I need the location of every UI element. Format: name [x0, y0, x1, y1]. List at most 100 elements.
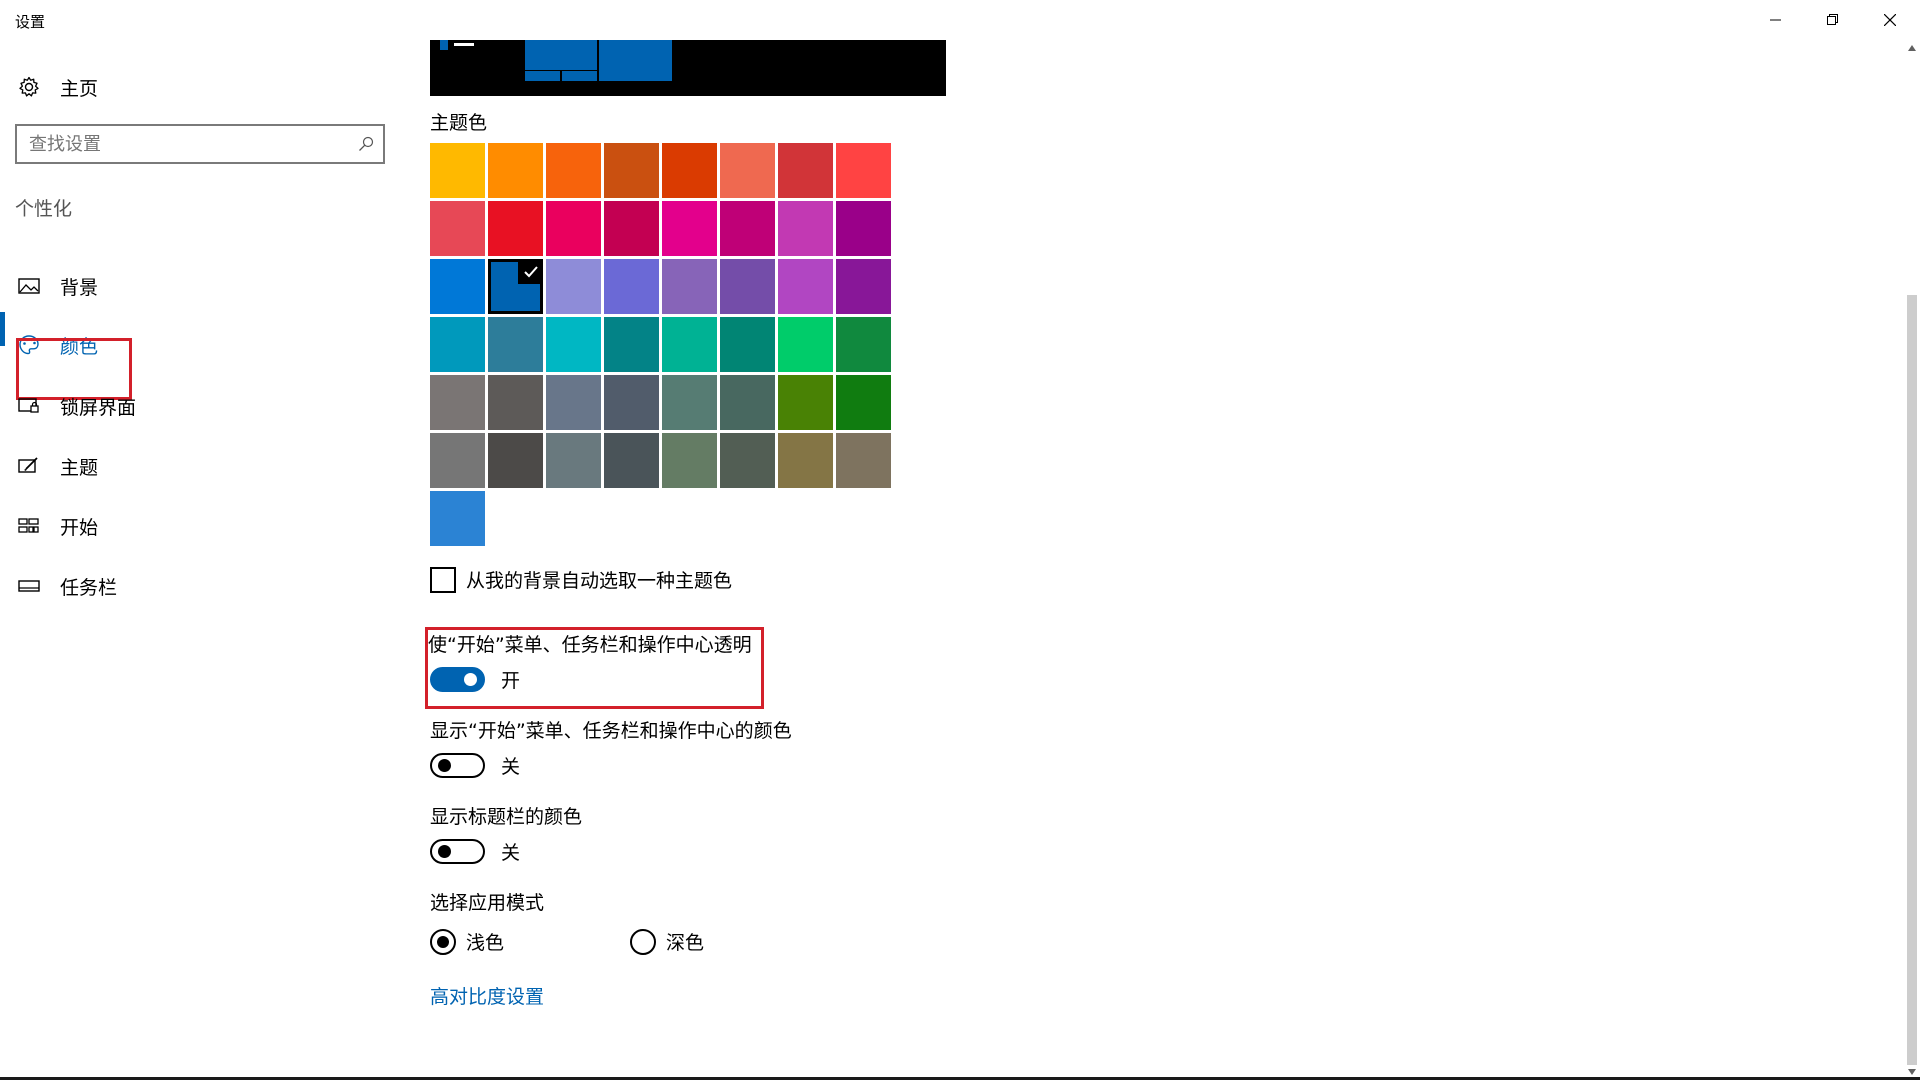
- scroll-up-arrow-icon[interactable]: [1904, 40, 1920, 56]
- search-box[interactable]: [15, 124, 385, 164]
- color-swatch[interactable]: [662, 201, 717, 256]
- color-swatch[interactable]: [430, 143, 485, 198]
- mode-dark-radio[interactable]: [630, 928, 656, 955]
- color-swatch[interactable]: [720, 201, 775, 256]
- color-swatch[interactable]: [662, 433, 717, 488]
- color-swatch[interactable]: [836, 201, 891, 256]
- color-swatch[interactable]: [430, 375, 485, 430]
- color-swatch[interactable]: [546, 259, 601, 314]
- sidebar-item-lock-screen[interactable]: 锁屏界面: [14, 386, 374, 426]
- high-contrast-link[interactable]: 高对比度设置: [430, 982, 544, 1009]
- show-color-heading: 显示“开始”菜单、任务栏和操作中心的颜色: [430, 720, 792, 742]
- color-swatch[interactable]: [778, 433, 833, 488]
- color-swatch[interactable]: [778, 143, 833, 198]
- color-swatch[interactable]: [778, 375, 833, 430]
- color-swatch[interactable]: [546, 201, 601, 256]
- titlebar-color-toggle-row[interactable]: 关: [430, 838, 520, 865]
- mode-light-option[interactable]: 浅色: [430, 928, 504, 955]
- title-bar: 设置: [0, 0, 1920, 40]
- color-swatch[interactable]: [546, 433, 601, 488]
- color-swatch[interactable]: [430, 259, 485, 314]
- sidebar-item-label: 背景: [60, 276, 99, 299]
- titlebar-color-toggle[interactable]: [430, 839, 485, 864]
- color-swatch[interactable]: [778, 201, 833, 256]
- restore-button[interactable]: [1805, 0, 1861, 40]
- color-swatch[interactable]: [720, 143, 775, 198]
- sidebar-item-label: 开始: [60, 516, 99, 539]
- scrollbar-thumb[interactable]: [1907, 295, 1917, 1065]
- color-swatch[interactable]: [720, 317, 775, 372]
- color-swatch[interactable]: [604, 433, 659, 488]
- color-swatch[interactable]: [604, 201, 659, 256]
- preview-graphic: [440, 40, 672, 81]
- color-swatch[interactable]: [430, 317, 485, 372]
- mode-light-label: 浅色: [466, 932, 505, 954]
- sidebar-item-taskbar[interactable]: 任务栏: [14, 566, 374, 606]
- start-tiles-icon: [14, 511, 44, 541]
- color-swatch[interactable]: [720, 259, 775, 314]
- color-swatch[interactable]: [488, 143, 543, 198]
- color-swatch[interactable]: [662, 375, 717, 430]
- mode-dark-option[interactable]: 深色: [630, 928, 704, 955]
- search-input[interactable]: [29, 132, 339, 156]
- color-swatch[interactable]: [662, 143, 717, 198]
- color-swatch[interactable]: [836, 259, 891, 314]
- color-swatch[interactable]: [778, 317, 833, 372]
- sidebar-item-label: 主题: [60, 456, 99, 479]
- color-swatch[interactable]: [546, 317, 601, 372]
- color-swatch[interactable]: [662, 317, 717, 372]
- color-swatch[interactable]: [604, 143, 659, 198]
- color-swatch[interactable]: [720, 375, 775, 430]
- color-swatch[interactable]: [836, 433, 891, 488]
- show-color-toggle[interactable]: [430, 753, 485, 778]
- color-swatch[interactable]: [604, 375, 659, 430]
- color-swatch[interactable]: [604, 317, 659, 372]
- titlebar-color-state: 关: [501, 842, 521, 864]
- home-nav-item[interactable]: 主页: [14, 70, 98, 104]
- color-swatch[interactable]: [430, 491, 485, 546]
- close-button[interactable]: [1862, 0, 1918, 40]
- app-mode-heading: 选择应用模式: [430, 892, 545, 914]
- section-title: 个性化: [15, 198, 73, 220]
- accent-color-heading: 主题色: [430, 112, 488, 134]
- color-swatch[interactable]: [488, 433, 543, 488]
- active-indicator: [0, 312, 5, 346]
- sidebar-item-themes[interactable]: 主题: [14, 446, 374, 486]
- color-swatch[interactable]: [546, 375, 601, 430]
- color-swatch[interactable]: [604, 259, 659, 314]
- sidebar-item-label: 锁屏界面: [60, 396, 137, 419]
- color-swatch[interactable]: [836, 143, 891, 198]
- checkmark-icon: [518, 259, 543, 284]
- search-icon[interactable]: [358, 136, 374, 156]
- auto-pick-row[interactable]: 从我的背景自动选取一种主题色: [430, 566, 732, 593]
- sidebar-item-start[interactable]: 开始: [14, 506, 374, 546]
- sidebar-item-label: 任务栏: [60, 576, 118, 599]
- sidebar-item-background[interactable]: 背景: [14, 266, 374, 306]
- home-label: 主页: [60, 77, 99, 100]
- color-swatch[interactable]: [430, 433, 485, 488]
- color-swatch[interactable]: [836, 375, 891, 430]
- color-swatch[interactable]: [488, 317, 543, 372]
- auto-pick-checkbox[interactable]: [430, 566, 456, 593]
- color-swatch[interactable]: [778, 259, 833, 314]
- show-color-toggle-row[interactable]: 关: [430, 752, 520, 779]
- taskbar-icon: [14, 571, 44, 601]
- show-color-state: 关: [501, 756, 521, 778]
- window-title: 设置: [15, 13, 46, 31]
- minimize-button[interactable]: [1748, 0, 1804, 40]
- highlight-box-transparency: [425, 627, 764, 709]
- auto-pick-label: 从我的背景自动选取一种主题色: [466, 570, 733, 592]
- lock-screen-icon: [14, 391, 44, 421]
- restore-icon: [1827, 14, 1838, 25]
- sidebar: 主页 个性化 背景 颜色 锁屏界面 主题 开: [0, 40, 400, 1080]
- color-swatch[interactable]: [546, 143, 601, 198]
- color-swatch[interactable]: [662, 259, 717, 314]
- color-swatch[interactable]: [720, 433, 775, 488]
- picture-icon: [14, 271, 44, 301]
- mode-light-radio[interactable]: [430, 928, 456, 955]
- color-swatch[interactable]: [488, 375, 543, 430]
- color-swatch[interactable]: [488, 201, 543, 256]
- color-swatch[interactable]: [488, 259, 543, 314]
- color-swatch[interactable]: [430, 201, 485, 256]
- color-swatch[interactable]: [836, 317, 891, 372]
